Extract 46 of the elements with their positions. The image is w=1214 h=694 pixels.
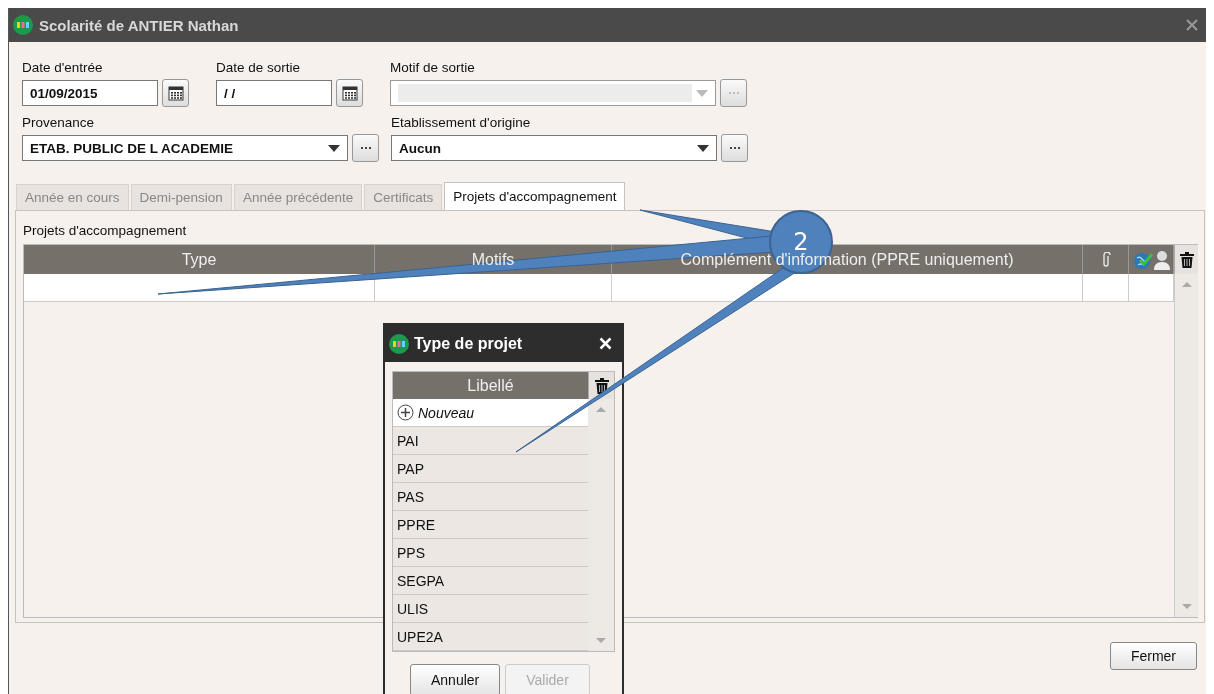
dropdown-field[interactable]: ETAB. PUBLIC DE L ACADEMIE (22, 135, 348, 161)
list-item[interactable]: PPS (393, 539, 588, 567)
column-header: Type (181, 250, 217, 269)
section-title: Projets d'accompagnement (23, 223, 187, 238)
list-item[interactable]: UPE2A (393, 623, 588, 651)
new-item[interactable]: Nouveau (393, 399, 588, 427)
table-cell[interactable] (24, 274, 375, 302)
list-item[interactable]: PPRE (393, 511, 588, 539)
close-button[interactable]: Fermer (1109, 642, 1197, 670)
date-field[interactable]: 01/09/2015 (22, 80, 158, 106)
delete-icon[interactable] (1179, 251, 1194, 268)
table-cell[interactable] (375, 274, 612, 302)
table-cell[interactable] (1083, 274, 1129, 302)
more-button[interactable] (352, 134, 379, 162)
dialog-title: Type de projet (414, 334, 524, 353)
date-field[interactable]: / / (216, 80, 332, 106)
calendar-button[interactable] (336, 79, 363, 107)
list-item[interactable]: PAP (393, 455, 588, 483)
calendar-button[interactable] (162, 79, 189, 107)
field-label: Date d'entrée (22, 60, 104, 75)
add-icon (397, 404, 414, 421)
more-button[interactable] (721, 134, 748, 162)
column-header: Libellé (393, 372, 588, 399)
list-item[interactable]: ULIS (393, 595, 588, 623)
table-cell[interactable] (1129, 274, 1174, 302)
field-label: Motif de sortie (390, 60, 476, 75)
tab[interactable]: Projets d'accompagnement (444, 182, 626, 210)
app-logo-icon (13, 15, 33, 35)
list-item[interactable]: SEGPA (393, 567, 588, 595)
person-icon (1153, 249, 1170, 270)
app-logo-icon (389, 333, 409, 354)
list-item[interactable]: PAI (393, 427, 588, 455)
more-button[interactable] (720, 79, 747, 107)
dropdown-field[interactable]: Aucun (391, 135, 717, 161)
paperclip-icon (1100, 251, 1111, 268)
field-label: Etablissement d'origine (391, 115, 532, 130)
calendar-icon (167, 85, 184, 101)
scrollbar[interactable] (588, 399, 614, 651)
cancel-button[interactable]: Annuler (410, 664, 501, 694)
list-item[interactable]: PAS (393, 483, 588, 511)
calendar-icon (341, 85, 358, 101)
window-title: Scolarité de ANTIER Nathan (39, 16, 240, 34)
table-cell[interactable] (612, 274, 1083, 302)
field-label: Date de sortie (216, 60, 302, 75)
field-label: Provenance (22, 115, 96, 130)
scrollbar[interactable] (1174, 274, 1198, 617)
